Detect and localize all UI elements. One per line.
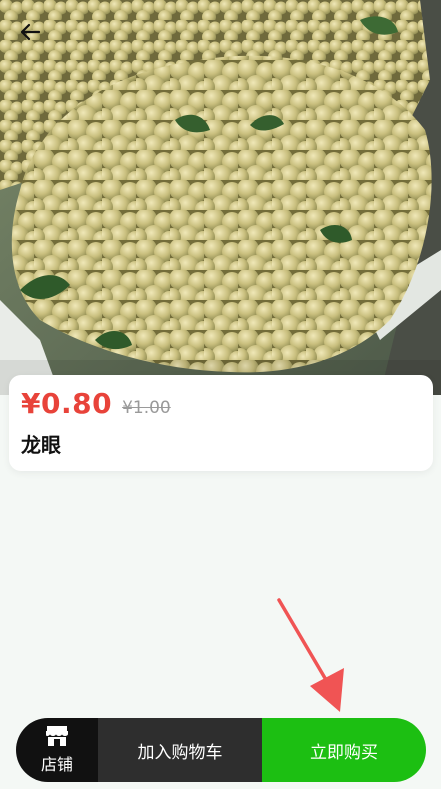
bottom-action-bar: 店铺 加入购物车 立即购买	[16, 718, 426, 782]
current-price: ¥0.80	[21, 387, 113, 420]
product-info-card: ¥0.80 ¥1.00 龙眼	[9, 375, 433, 471]
buy-now-button[interactable]: 立即购买	[262, 718, 426, 782]
product-image	[0, 0, 441, 395]
product-name: 龙眼	[21, 433, 61, 457]
shop-label: 店铺	[40, 755, 73, 774]
original-price: ¥1.00	[122, 398, 171, 418]
price-row: ¥0.80 ¥1.00	[21, 387, 171, 420]
store-icon	[46, 726, 68, 746]
arrow-left-icon	[20, 23, 41, 41]
back-button[interactable]	[12, 14, 48, 50]
add-to-cart-button[interactable]: 加入购物车	[98, 718, 262, 782]
shop-button[interactable]: 店铺	[16, 718, 98, 782]
